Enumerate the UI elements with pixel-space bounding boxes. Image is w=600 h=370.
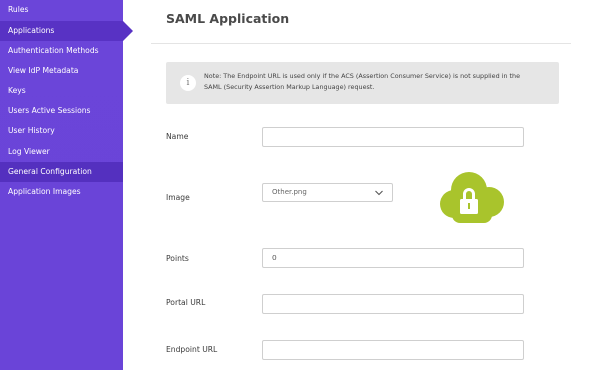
sidebar-item-general-configuration[interactable]: General Configuration	[0, 162, 123, 182]
name-field[interactable]	[262, 127, 524, 147]
header-divider	[151, 43, 571, 44]
active-item-pointer	[123, 21, 133, 41]
portal-url-field[interactable]	[262, 294, 524, 314]
endpoint-url-label: Endpoint URL	[166, 345, 218, 354]
sidebar-item-authentication-methods[interactable]: Authentication Methods	[0, 41, 123, 61]
chevron-down-icon	[375, 190, 383, 196]
sidebar-item-applications[interactable]: Applications	[0, 21, 123, 41]
page-title: SAML Application	[166, 11, 290, 26]
portal-url-label: Portal URL	[166, 298, 206, 307]
note-line-2: SAML (Security Assertion Markup Language…	[204, 83, 375, 91]
info-icon: i	[180, 75, 196, 91]
image-select-value: Other.png	[272, 188, 307, 196]
sidebar-item-rules[interactable]: Rules	[0, 0, 123, 20]
sidebar-item-user-history[interactable]: User History	[0, 121, 123, 141]
endpoint-url-field[interactable]	[262, 340, 524, 360]
image-label: Image	[166, 193, 190, 202]
name-label: Name	[166, 132, 189, 141]
points-label: Points	[166, 254, 189, 263]
note-text: Note: The Endpoint URL is used only if t…	[204, 71, 549, 93]
sidebar-item-log-viewer[interactable]: Log Viewer	[0, 142, 123, 162]
image-select[interactable]: Other.png	[262, 183, 393, 202]
endpoint-note: i Note: The Endpoint URL is used only if…	[166, 62, 559, 104]
sidebar-item-users-active-sessions[interactable]: Users Active Sessions	[0, 101, 123, 121]
sidebar-item-keys[interactable]: Keys	[0, 81, 123, 101]
points-field[interactable]: 0	[262, 248, 524, 268]
sidebar: Rules Applications Authentication Method…	[0, 0, 123, 370]
cloud-lock-icon	[440, 172, 504, 223]
sidebar-item-view-idp-metadata[interactable]: View IdP Metadata	[0, 61, 123, 81]
sidebar-item-application-images[interactable]: Application Images	[0, 182, 123, 202]
note-line-1: Note: The Endpoint URL is used only if t…	[204, 72, 521, 80]
